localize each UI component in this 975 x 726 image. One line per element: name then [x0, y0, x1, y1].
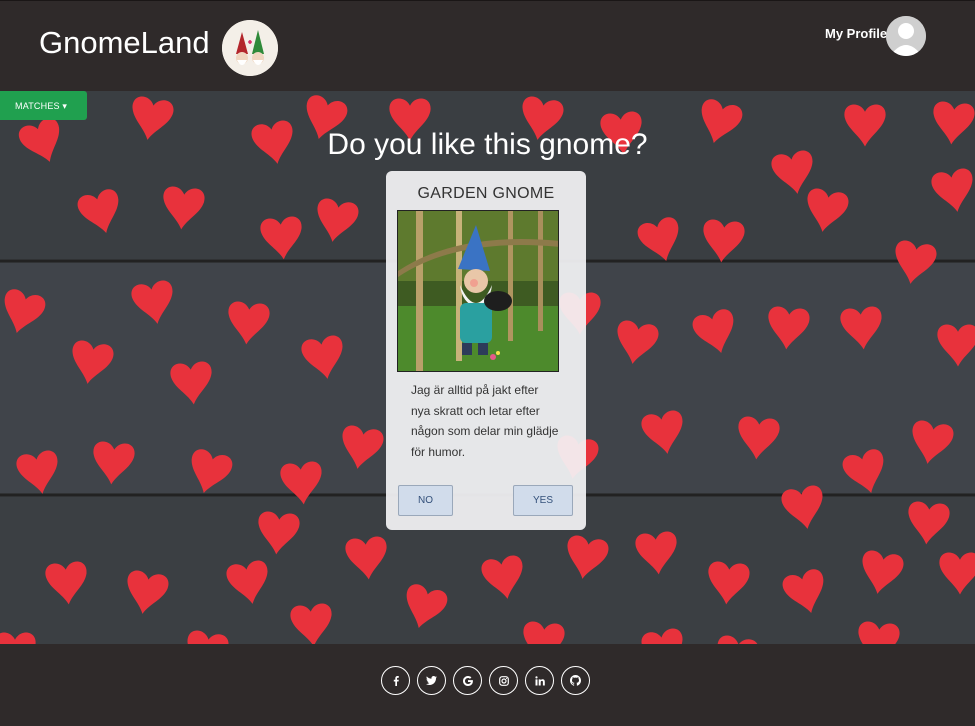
matches-dropdown-button[interactable]: MATCHES ▾ [0, 91, 87, 120]
top-navbar: GnomeLand My Profile [0, 0, 975, 91]
page-title: Do you like this gnome? [327, 128, 648, 161]
my-profile-link[interactable]: My Profile [825, 26, 887, 41]
google-icon[interactable] [453, 666, 482, 695]
yes-button[interactable]: YES [513, 485, 573, 516]
gnome-logo-icon[interactable] [222, 20, 278, 76]
footer [0, 644, 975, 726]
linkedin-icon[interactable] [525, 666, 554, 695]
brand-name[interactable]: GnomeLand [39, 25, 210, 61]
no-button[interactable]: NO [398, 485, 453, 516]
gnome-name: GARDEN GNOME [417, 185, 555, 202]
avatar-icon[interactable] [886, 16, 926, 56]
gnome-description: Jag är alltid på jakt efter nya skratt o… [411, 383, 559, 459]
social-links [381, 666, 590, 695]
facebook-icon[interactable] [381, 666, 410, 695]
github-icon[interactable] [561, 666, 590, 695]
gnome-photo [397, 210, 559, 372]
gnome-card: GARDEN GNOME Jag är alltid på jakt efter… [386, 171, 586, 530]
instagram-icon[interactable] [489, 666, 518, 695]
twitter-icon[interactable] [417, 666, 446, 695]
